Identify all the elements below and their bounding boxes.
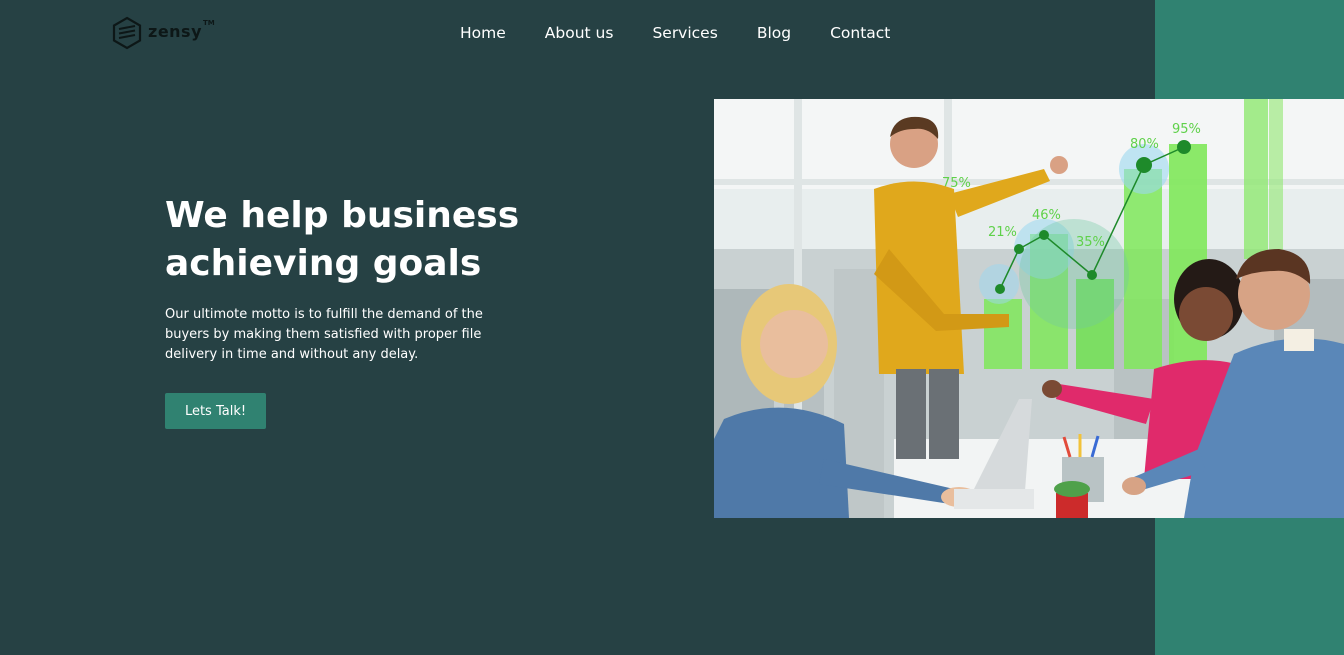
hero-title-line-1: We help business: [165, 195, 520, 236]
brand-name: zensy: [148, 21, 203, 41]
nav-home[interactable]: Home: [460, 22, 506, 44]
chart-label: 21%: [988, 225, 1017, 240]
lets-talk-button[interactable]: Lets Talk!: [165, 393, 266, 429]
nav-about-us[interactable]: About us: [545, 22, 614, 44]
chart-label: 80%: [1130, 137, 1159, 152]
nav-contact[interactable]: Contact: [830, 22, 890, 44]
hero-description: Our ultimote motto is to fulfill the dem…: [165, 307, 483, 362]
main-nav: Home About us Services Blog Contact: [460, 22, 890, 44]
cube-logo-icon: [112, 16, 142, 50]
photo-illustration: 75% 21% 46% 35% 80% 95%: [714, 99, 1344, 518]
brand-trademark: TM: [203, 19, 215, 27]
brand-logo[interactable]: zensy TM: [110, 16, 218, 50]
hero-title-line-2: achieving goals: [165, 243, 482, 284]
chart-bar: [1124, 169, 1162, 369]
team-presentation-photo: 75% 21% 46% 35% 80% 95%: [714, 99, 1344, 518]
chart-label: 95%: [1172, 122, 1201, 137]
nav-blog[interactable]: Blog: [757, 22, 791, 44]
chart-label: 46%: [1032, 208, 1061, 223]
hero-title: We help business achieving goals: [165, 192, 585, 288]
chart-label: 35%: [1076, 235, 1105, 250]
nav-services[interactable]: Services: [652, 22, 717, 44]
chart-bar: [984, 299, 1022, 369]
